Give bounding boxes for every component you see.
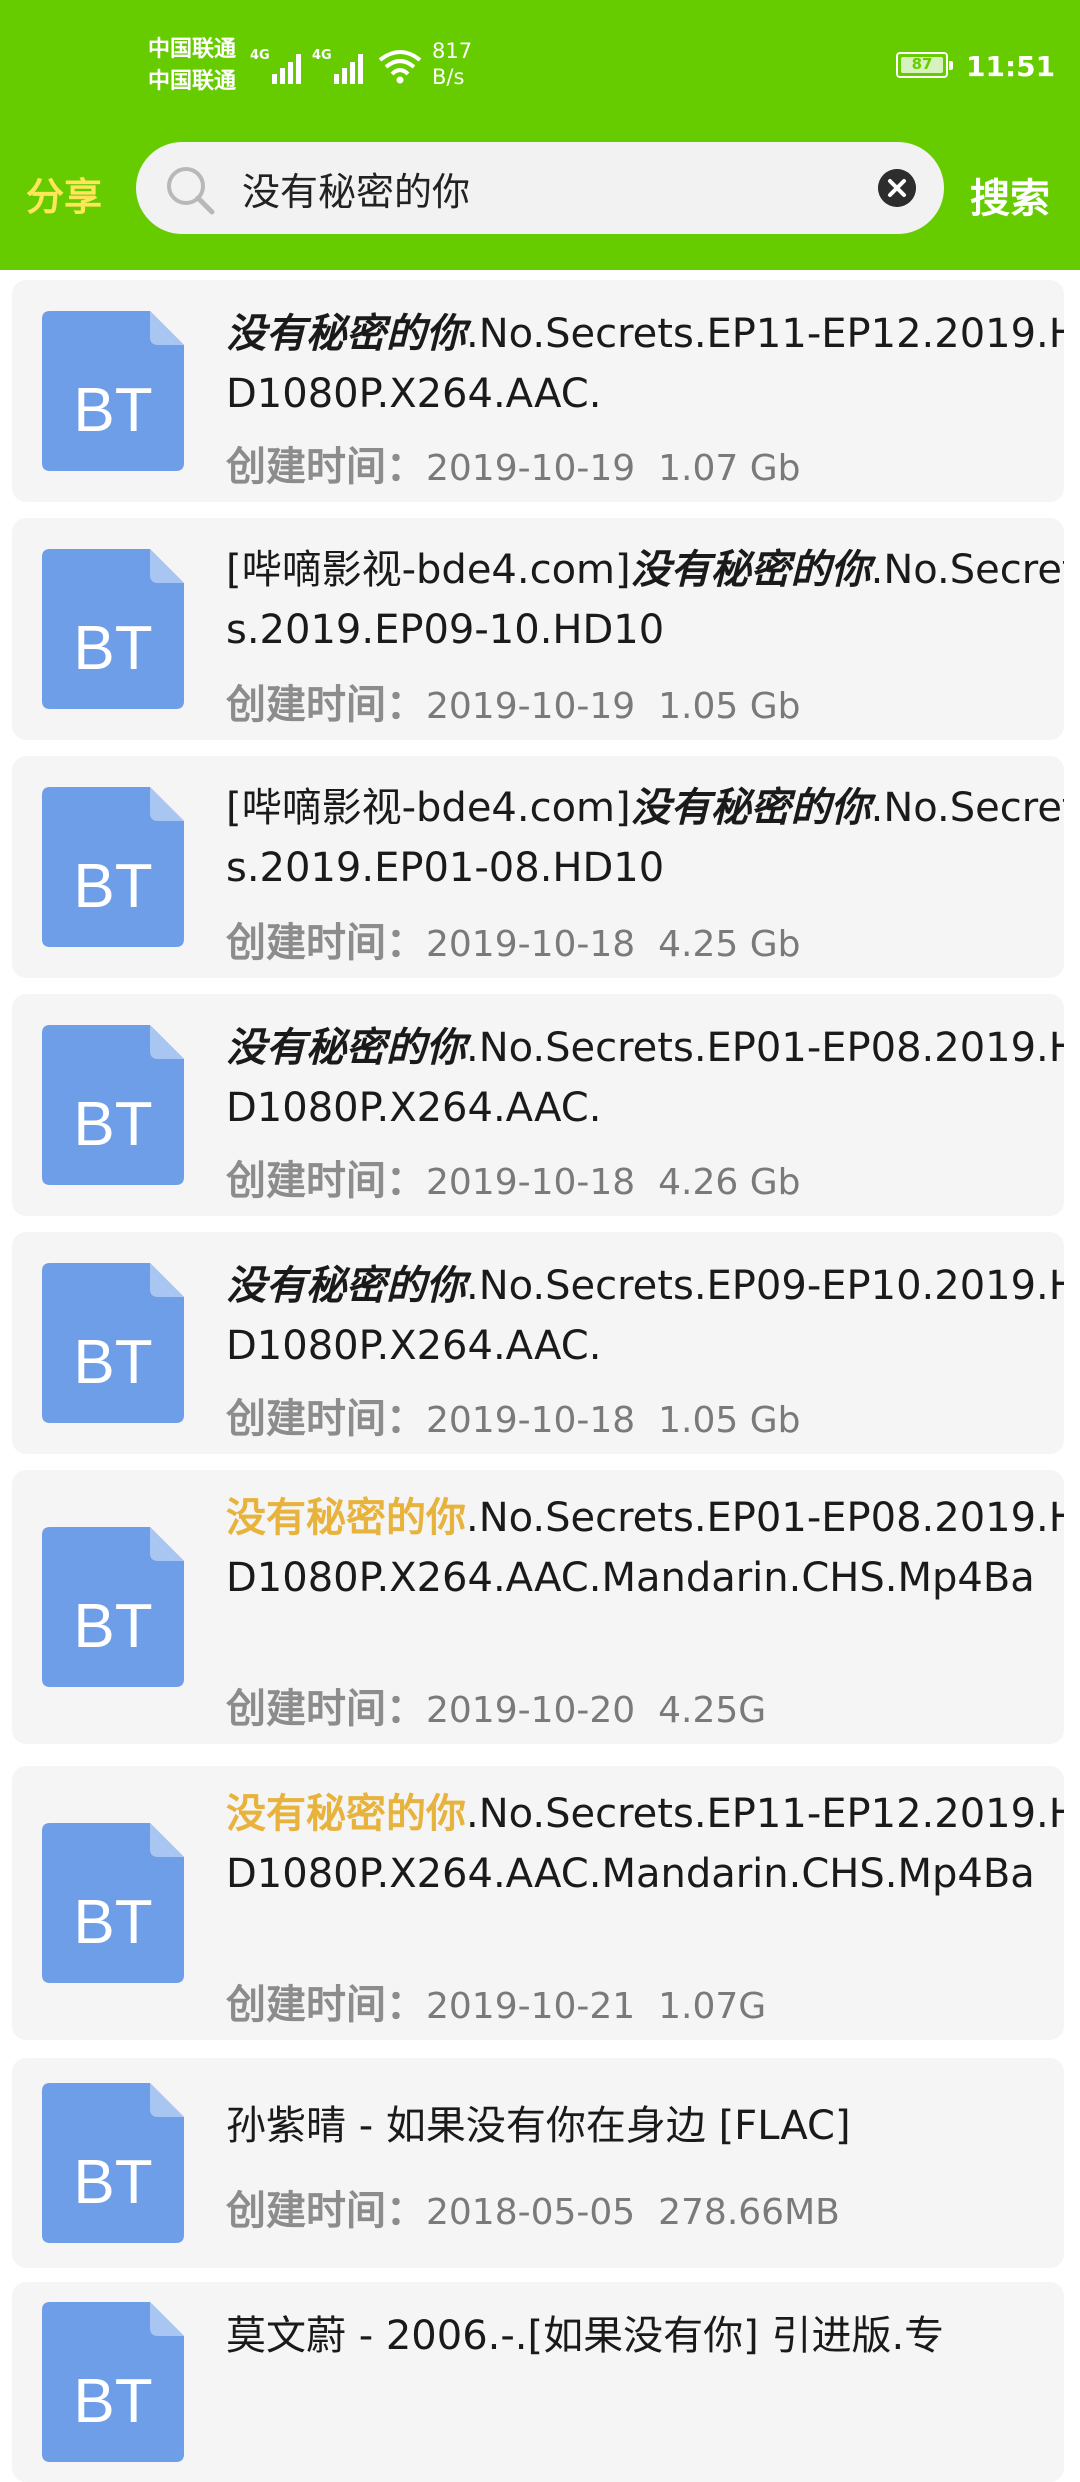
bt-file-icon: BT	[42, 2083, 184, 2243]
created-time-label: 创建时间：	[226, 444, 426, 490]
list-item[interactable]: BT 没有秘密的你.No.Secrets.EP11-EP12.2019.HD108…	[12, 1766, 1064, 2040]
bt-file-icon: BT	[42, 311, 184, 471]
title-highlight: 没有秘密的你	[226, 1025, 466, 1071]
created-date: 2019-10-18	[426, 1162, 636, 1203]
item-meta: 创建时间：2019-10-20 4.25G	[226, 1676, 766, 1734]
svg-text:BT: BT	[73, 2367, 152, 2436]
created-time-label: 创建时间：	[226, 1686, 426, 1732]
carrier-1: 中国联通	[148, 37, 237, 62]
list-item[interactable]: BT 没有秘密的你.No.Secrets.EP01-EP08.2019.HD108…	[12, 994, 1064, 1216]
search-icon	[167, 167, 215, 215]
created-date: 2018-05-05	[426, 2192, 636, 2233]
file-size: 278.66MB	[658, 2192, 840, 2233]
file-size: 1.07 Gb	[658, 448, 801, 489]
title-highlight: 没有秘密的你	[226, 1263, 466, 1309]
item-title: 没有秘密的你.No.Secrets.EP01-EP08.2019.HD1080P…	[226, 1488, 1064, 1608]
svg-text:BT: BT	[73, 852, 152, 921]
svg-text:BT: BT	[73, 1592, 152, 1661]
clock: 11:51	[966, 50, 1056, 83]
created-date: 2019-10-18	[426, 1400, 636, 1441]
svg-text:BT: BT	[73, 376, 152, 445]
wifi-icon	[378, 50, 422, 84]
svg-text:BT: BT	[73, 1888, 152, 1957]
created-time-label: 创建时间：	[226, 920, 426, 966]
created-date: 2019-10-19	[426, 686, 636, 727]
file-size: 1.05 Gb	[658, 686, 801, 727]
list-item[interactable]: BT [哔嘀影视-bde4.com]没有秘密的你.No.Secrets.2019.…	[12, 518, 1064, 740]
svg-text:BT: BT	[73, 2148, 152, 2217]
created-time-label: 创建时间：	[226, 1396, 426, 1442]
battery-icon: 87	[896, 52, 953, 78]
file-size: 1.07G	[658, 1986, 767, 2027]
item-title: 没有秘密的你.No.Secrets.EP11-EP12.2019.HD1080P…	[226, 304, 1064, 424]
list-item[interactable]: BT [哔嘀影视-bde4.com]没有秘密的你.No.Secrets.2019.…	[12, 756, 1064, 978]
item-title: 没有秘密的你.No.Secrets.EP11-EP12.2019.HD1080P…	[226, 1784, 1064, 1904]
created-time-label: 创建时间：	[226, 1158, 426, 1204]
list-item[interactable]: BT 没有秘密的你.No.Secrets.EP01-EP08.2019.HD108…	[12, 1470, 1064, 1744]
network-speed: 817 B/s	[432, 39, 473, 89]
bt-file-icon: BT	[42, 1823, 184, 1983]
title-highlight: 没有秘密的你	[226, 311, 466, 357]
title-highlight: 没有秘密的你	[630, 785, 871, 831]
created-date: 2019-10-21	[426, 1986, 636, 2027]
bt-file-icon: BT	[42, 2302, 184, 2462]
bt-file-icon: BT	[42, 1527, 184, 1687]
svg-text:BT: BT	[73, 1328, 152, 1397]
svg-text:BT: BT	[73, 1090, 152, 1159]
title-highlight: 没有秘密的你	[226, 1495, 466, 1541]
created-time-label: 创建时间：	[226, 1982, 426, 2028]
list-item[interactable]: BT 没有秘密的你.No.Secrets.EP09-EP10.2019.HD108…	[12, 1232, 1064, 1454]
item-meta: 创建时间：2019-10-18 4.25 Gb	[226, 910, 800, 968]
title-text: [哔嘀影视-bde4.com]	[226, 547, 631, 593]
title-text: [哔嘀影视-bde4.com]	[226, 785, 631, 831]
item-meta: 创建时间：2019-10-19 1.05 Gb	[226, 672, 800, 730]
search-input[interactable]	[242, 164, 802, 212]
list-item[interactable]: BT 没有秘密的你.No.Secrets.EP11-EP12.2019.HD108…	[12, 280, 1064, 502]
carrier-2: 中国联通	[148, 69, 237, 94]
item-title: 没有秘密的你.No.Secrets.EP01-EP08.2019.HD1080P…	[226, 1018, 1064, 1138]
title-text: 孙紫晴 - 如果没有你在身边 [FLAC]	[226, 2103, 851, 2149]
item-meta: 创建时间：2019-10-18 4.26 Gb	[226, 1148, 800, 1206]
item-title: 莫文蔚 - 2006.-.[如果没有你] 引进版.专	[226, 2306, 1064, 2366]
header-bar: 中国联通 中国联通 4G 4G 817 B/s 87 11:51 分享 没有秘密…	[0, 0, 1080, 270]
item-meta: 创建时间：2019-10-18 1.05 Gb	[226, 1386, 800, 1444]
list-item[interactable]: BT 孙紫晴 - 如果没有你在身边 [FLAC] 创建时间：2018-05-05 2…	[12, 2058, 1064, 2268]
created-date: 2019-10-18	[426, 924, 636, 965]
item-title: [哔嘀影视-bde4.com]没有秘密的你.No.Secrets.2019.EP…	[226, 540, 1064, 660]
bt-file-icon: BT	[42, 1025, 184, 1185]
title-text: 莫文蔚 - 2006.-.[如果没有你] 引进版.专	[226, 2313, 945, 2359]
created-date: 2019-10-19	[426, 448, 636, 489]
clear-search-icon[interactable]	[878, 169, 916, 207]
list-item[interactable]: BT 莫文蔚 - 2006.-.[如果没有你] 引进版.专	[12, 2282, 1064, 2482]
share-button[interactable]: 分享	[26, 166, 102, 221]
created-time-label: 创建时间：	[226, 2188, 426, 2234]
file-size: 1.05 Gb	[658, 1400, 801, 1441]
title-highlight: 没有秘密的你	[226, 1791, 466, 1837]
svg-text:BT: BT	[73, 614, 152, 683]
item-meta: 创建时间：2019-10-21 1.07G	[226, 1972, 766, 2030]
title-highlight: 没有秘密的你	[630, 547, 871, 593]
file-size: 4.26 Gb	[658, 1162, 801, 1203]
item-meta: 创建时间：2018-05-05 278.66MB	[226, 2178, 840, 2236]
created-date: 2019-10-20	[426, 1690, 636, 1731]
file-size: 4.25 Gb	[658, 924, 801, 965]
item-title: 没有秘密的你.No.Secrets.EP09-EP10.2019.HD1080P…	[226, 1256, 1064, 1376]
item-title: [哔嘀影视-bde4.com]没有秘密的你.No.Secrets.2019.EP…	[226, 778, 1064, 898]
item-meta: 创建时间：2019-10-19 1.07 Gb	[226, 434, 800, 492]
bt-file-icon: BT	[42, 549, 184, 709]
signal-2-icon: 4G	[312, 44, 368, 84]
search-bar[interactable]	[136, 142, 944, 234]
search-button[interactable]: 搜索	[970, 166, 1050, 224]
bt-file-icon: BT	[42, 1263, 184, 1423]
created-time-label: 创建时间：	[226, 682, 426, 728]
bt-file-icon: BT	[42, 787, 184, 947]
signal-1-icon: 4G	[250, 44, 306, 84]
file-size: 4.25G	[658, 1690, 767, 1731]
item-title: 孙紫晴 - 如果没有你在身边 [FLAC]	[226, 2096, 1064, 2156]
